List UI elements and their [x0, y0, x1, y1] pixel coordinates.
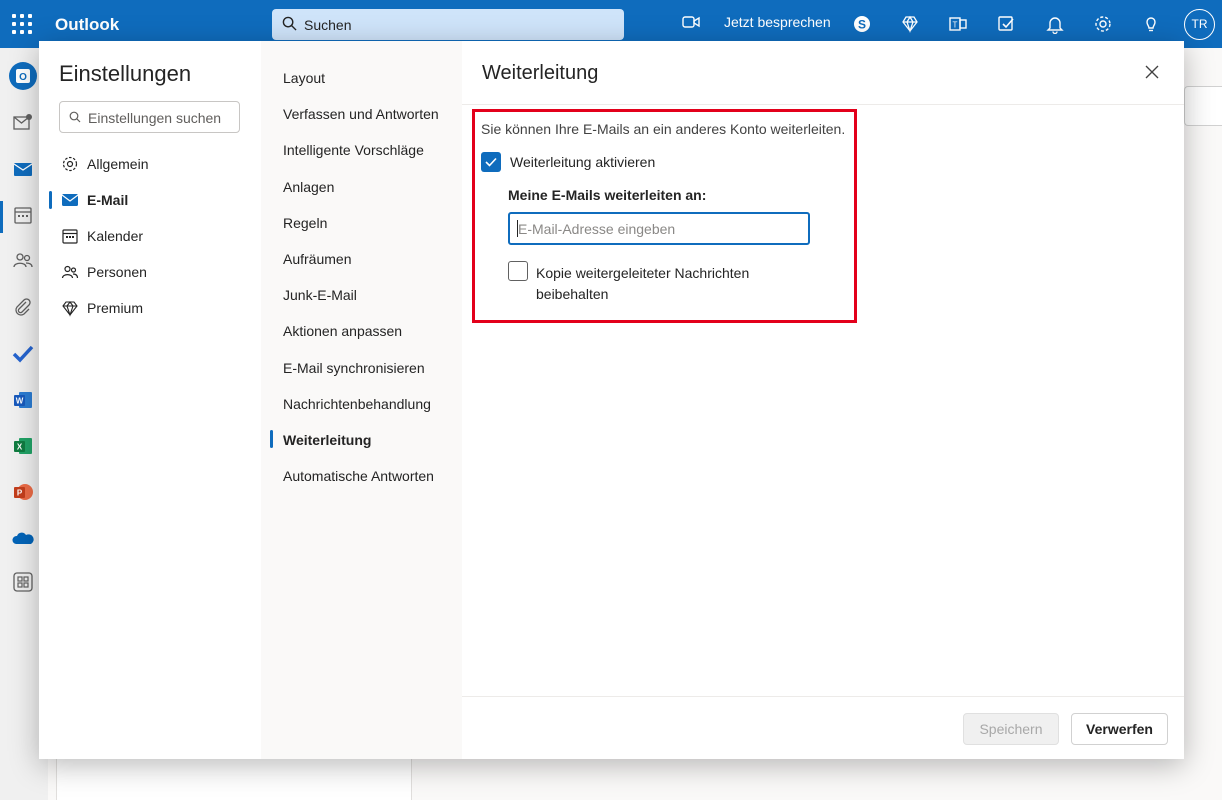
- subcategory-junk-email[interactable]: Junk-E-Mail: [283, 287, 357, 303]
- forwarding-pane: Weiterleitung Sie können Ihre E-Mails an…: [462, 41, 1184, 759]
- subcategory-smart-suggestions[interactable]: Intelligente Vorschläge: [283, 142, 424, 158]
- keep-copy-checkbox[interactable]: [508, 261, 528, 281]
- subcategory-layout[interactable]: Layout: [283, 70, 325, 86]
- checkmark-icon: [485, 157, 497, 167]
- category-label: Premium: [87, 300, 144, 316]
- paperclip-icon[interactable]: [12, 296, 34, 318]
- subcategory-rules[interactable]: Regeln: [283, 215, 327, 231]
- settings-search-input[interactable]: Einstellungen suchen: [59, 101, 240, 133]
- powerpoint-icon[interactable]: P: [12, 481, 34, 503]
- category-label: Allgemein: [87, 156, 149, 172]
- category-premium[interactable]: Premium: [49, 293, 249, 323]
- svg-text:X: X: [17, 443, 23, 452]
- bell-icon[interactable]: [1045, 14, 1065, 34]
- rail-active-indicator: [0, 201, 3, 233]
- todo-check-icon[interactable]: [12, 342, 34, 364]
- settings-search-placeholder: Einstellungen suchen: [88, 110, 222, 126]
- calendar-icon[interactable]: [12, 204, 34, 226]
- divider: [462, 104, 1184, 105]
- category-people[interactable]: Personen: [49, 257, 249, 287]
- category-label: Kalender: [87, 228, 144, 244]
- category-label: Personen: [87, 264, 147, 280]
- people-icon: [61, 265, 79, 279]
- svg-text:W: W: [16, 397, 24, 406]
- enable-forwarding-label[interactable]: Weiterleitung aktivieren: [510, 154, 655, 170]
- skype-icon[interactable]: S: [852, 14, 872, 34]
- word-icon[interactable]: W: [12, 389, 34, 411]
- onedrive-icon[interactable]: [12, 528, 34, 550]
- active-indicator: [270, 430, 273, 448]
- gear-icon[interactable]: [1093, 14, 1113, 34]
- meet-now-button[interactable]: Jetzt besprechen: [682, 14, 831, 30]
- svg-text:S: S: [858, 18, 866, 32]
- settings-subcategories-column: Layout Verfassen und Antworten Intellige…: [261, 41, 462, 759]
- search-box[interactable]: Suchen: [272, 9, 624, 40]
- premium-diamond-icon[interactable]: [900, 14, 920, 34]
- subcategory-sync-email[interactable]: E-Mail synchronisieren: [283, 360, 425, 376]
- app-name[interactable]: Outlook: [55, 15, 119, 35]
- subcategory-sweep[interactable]: Aufräumen: [283, 251, 351, 267]
- lightbulb-icon[interactable]: [1141, 14, 1161, 34]
- people-icon[interactable]: [12, 249, 34, 271]
- gear-icon: [62, 156, 78, 172]
- mail-icon[interactable]: [12, 158, 34, 180]
- video-camera-icon: [682, 16, 700, 28]
- meet-now-label: Jetzt besprechen: [724, 14, 831, 30]
- subcategory-compose-reply[interactable]: Verfassen und Antworten: [283, 106, 439, 122]
- active-indicator: [49, 191, 52, 209]
- divider: [462, 696, 1184, 697]
- app-launcher-icon[interactable]: [12, 14, 32, 34]
- settings-categories-column: Einstellungen Einstellungen suchen Allge…: [39, 41, 261, 759]
- category-label: E-Mail: [87, 192, 129, 208]
- subcategory-forwarding[interactable]: Weiterleitung: [283, 432, 371, 448]
- category-mail[interactable]: E-Mail: [49, 185, 249, 215]
- enable-forwarding-checkbox[interactable]: [481, 152, 501, 172]
- subcategory-customize-actions[interactable]: Aktionen anpassen: [283, 323, 402, 339]
- calendar-icon: [62, 229, 78, 244]
- avatar[interactable]: TR: [1184, 9, 1215, 40]
- forward-to-label: Meine E-Mails weiterleiten an:: [508, 187, 707, 203]
- new-mail-icon[interactable]: [12, 112, 34, 134]
- settings-title: Einstellungen: [59, 61, 192, 86]
- close-icon[interactable]: [1143, 63, 1161, 81]
- save-button[interactable]: Speichern: [963, 713, 1059, 745]
- svg-text:O: O: [19, 72, 27, 83]
- subcategory-attachments[interactable]: Anlagen: [283, 179, 334, 195]
- diamond-icon: [62, 301, 78, 317]
- mail-icon: [61, 194, 79, 206]
- teams-icon[interactable]: T: [948, 14, 968, 34]
- subcategory-automatic-replies[interactable]: Automatische Antworten: [283, 468, 434, 484]
- search-icon: [282, 16, 297, 31]
- settings-dialog: Einstellungen Einstellungen suchen Allge…: [39, 41, 1184, 759]
- subcategory-message-handling[interactable]: Nachrichtenbehandlung: [283, 396, 431, 412]
- more-apps-icon[interactable]: [12, 571, 34, 593]
- discard-button[interactable]: Verwerfen: [1071, 713, 1168, 745]
- svg-text:T: T: [953, 21, 958, 30]
- tasks-icon[interactable]: [996, 14, 1016, 34]
- search-icon: [69, 111, 81, 123]
- forwarding-description: Sie können Ihre E-Mails an ein anderes K…: [481, 121, 846, 137]
- pane-title: Weiterleitung: [482, 62, 599, 84]
- text-cursor: [517, 220, 518, 237]
- svg-text:P: P: [17, 489, 23, 498]
- keep-copy-label[interactable]: Kopie weitergeleiteter Nachrichten beibe…: [536, 263, 796, 305]
- category-general[interactable]: Allgemein: [49, 149, 249, 179]
- outlook-icon[interactable]: O: [8, 61, 38, 91]
- forward-email-input[interactable]: [508, 212, 810, 245]
- category-calendar[interactable]: Kalender: [49, 221, 249, 251]
- excel-icon[interactable]: X: [12, 435, 34, 457]
- background-toolbar-edge: [1184, 86, 1222, 126]
- search-placeholder: Suchen: [304, 17, 352, 33]
